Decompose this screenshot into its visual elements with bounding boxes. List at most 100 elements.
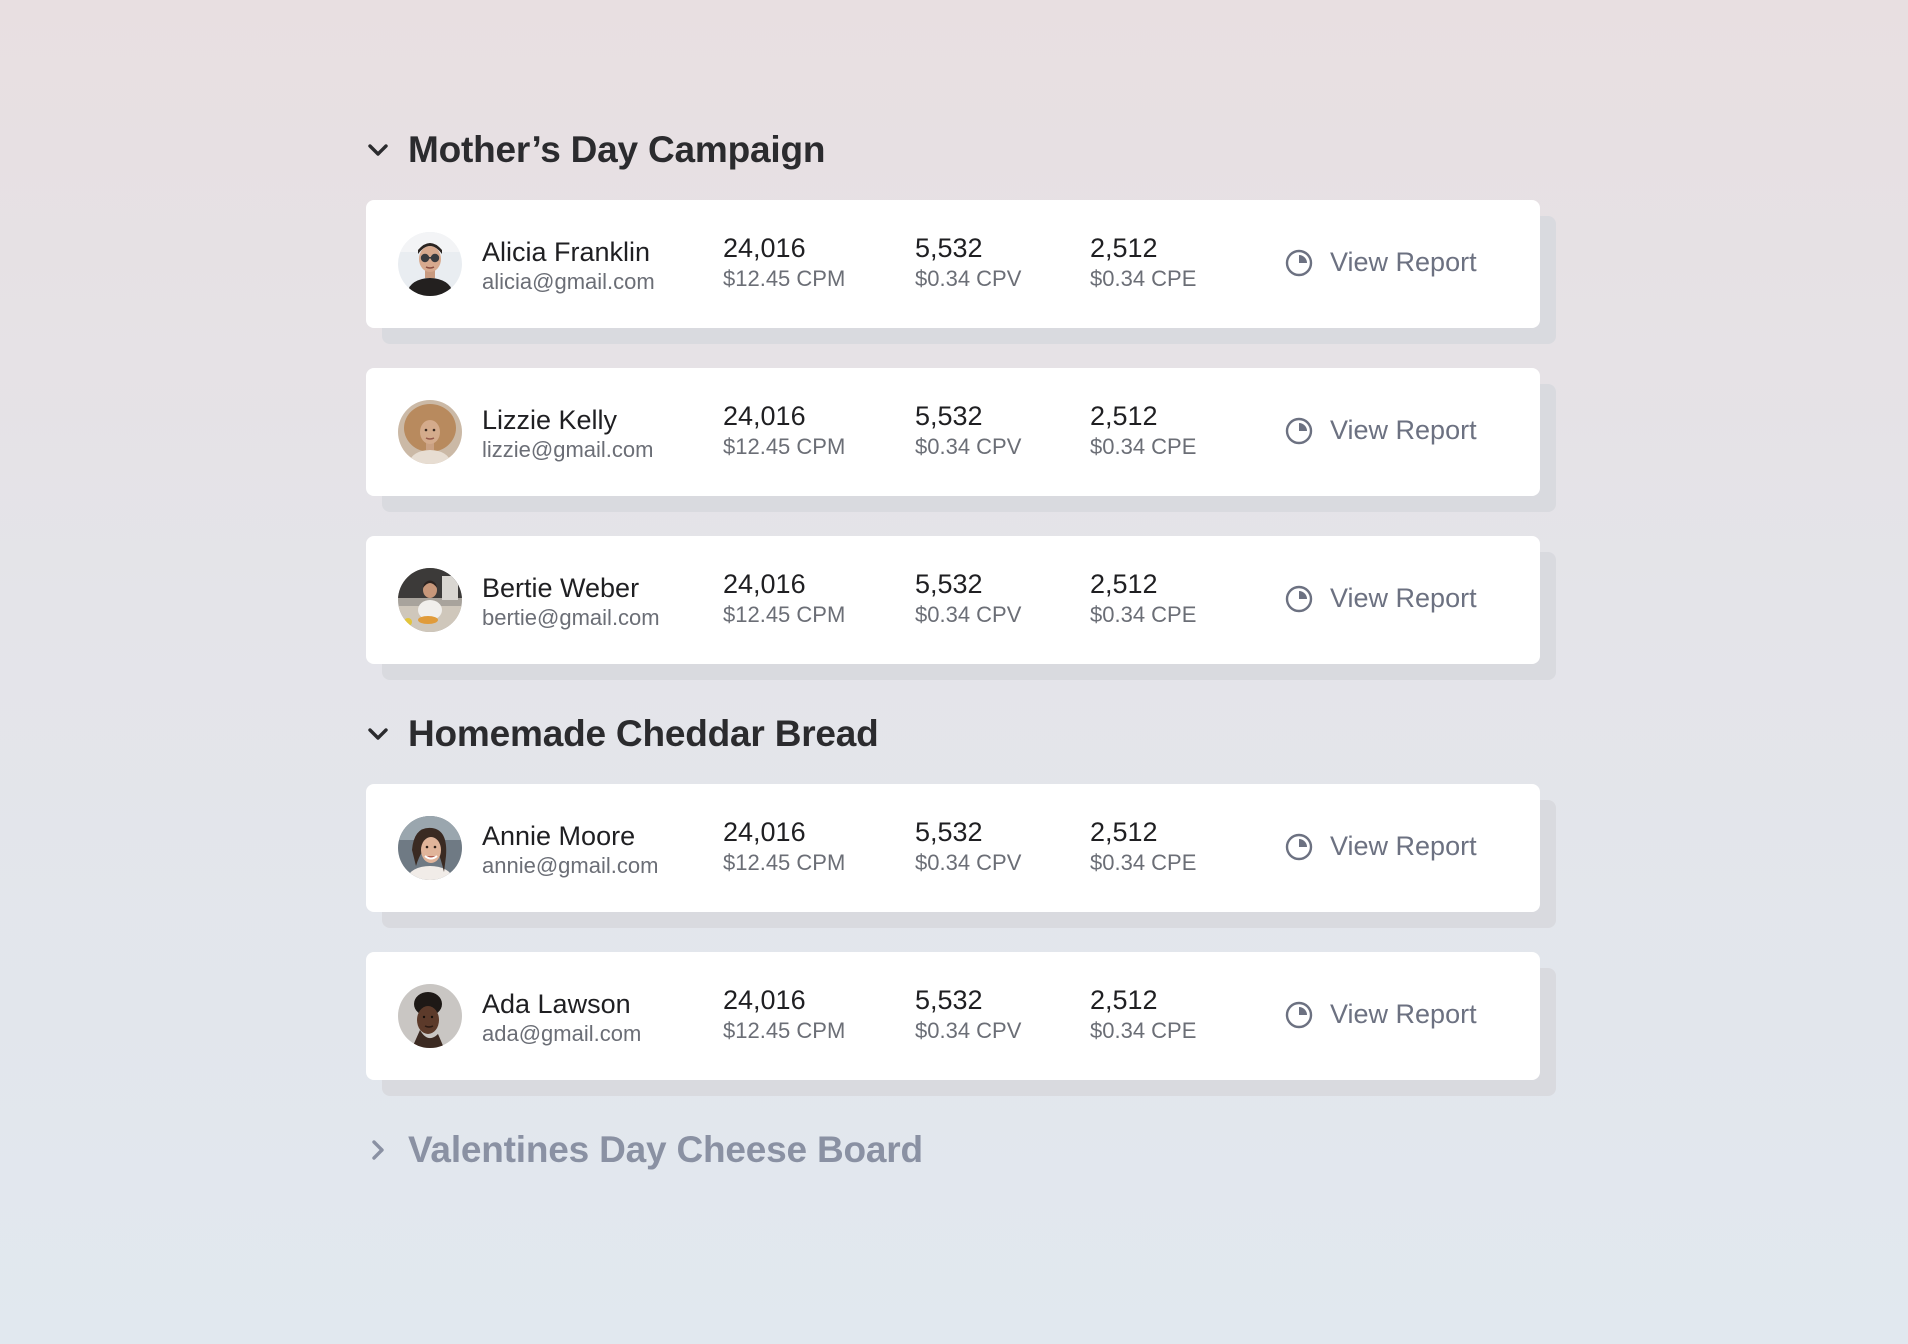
campaign-row-card: Bertie Weber bertie@gmail.com 24,016 $12… (366, 536, 1540, 664)
person-info: Lizzie Kelly lizzie@gmail.com (482, 404, 653, 464)
person-name: Annie Moore (482, 821, 636, 851)
metric-impressions: 24,016 $12.45 CPM (723, 984, 845, 1046)
metric-cost: $12.45 CPM (723, 434, 846, 459)
metric-cost: $0.34 CPE (1090, 1018, 1197, 1043)
campaign-list: Mother’s Day Campaign Alicia Franklin al… (366, 120, 1556, 1180)
campaign-row: Ada Lawson ada@gmail.com 24,016 $12.45 C… (366, 952, 1556, 1096)
metric-views: 5,532 $0.34 CPV (915, 984, 1021, 1046)
view-report-label: View Report (1330, 999, 1477, 1029)
campaign-group-header[interactable]: Valentines Day Cheese Board (366, 1120, 1556, 1180)
metric-views: 5,532 $0.34 CPV (915, 816, 1021, 878)
metric-cost: $0.34 CPV (915, 266, 1022, 291)
campaign-row: Lizzie Kelly lizzie@gmail.com 24,016 $12… (366, 368, 1556, 512)
view-report-button[interactable]: View Report (1284, 583, 1477, 614)
chevron-down-icon[interactable] (366, 138, 408, 162)
metric-cost: $12.45 CPM (723, 1018, 846, 1043)
metric-value: 5,532 (915, 569, 983, 599)
metric-cost: $0.34 CPE (1090, 850, 1197, 875)
metric-cost: $0.34 CPE (1090, 434, 1197, 459)
metric-views: 5,532 $0.34 CPV (915, 232, 1021, 294)
campaign-group: Mother’s Day Campaign Alicia Franklin al… (366, 120, 1556, 680)
chevron-right-icon[interactable] (366, 1138, 408, 1162)
person-email: ada@gmail.com (482, 1021, 642, 1046)
campaign-row-card: Ada Lawson ada@gmail.com 24,016 $12.45 C… (366, 952, 1540, 1080)
person-info: Bertie Weber bertie@gmail.com (482, 572, 660, 632)
metric-value: 5,532 (915, 817, 983, 847)
metric-cost: $12.45 CPM (723, 602, 846, 627)
campaign-row: Annie Moore annie@gmail.com 24,016 $12.4… (366, 784, 1556, 928)
pie-chart-icon (1284, 1000, 1314, 1030)
person-info: Annie Moore annie@gmail.com (482, 820, 658, 880)
metric-value: 5,532 (915, 233, 983, 263)
view-report-label: View Report (1330, 831, 1477, 861)
campaign-row-card: Alicia Franklin alicia@gmail.com 24,016 … (366, 200, 1540, 328)
view-report-label: View Report (1330, 583, 1477, 613)
campaign-group-title: Homemade Cheddar Bread (408, 713, 879, 754)
metric-value: 5,532 (915, 401, 983, 431)
avatar (398, 816, 462, 880)
metric-engagements: 2,512 $0.34 CPE (1090, 568, 1196, 630)
avatar (398, 232, 462, 296)
metric-impressions: 24,016 $12.45 CPM (723, 232, 845, 294)
metric-value: 24,016 (723, 233, 806, 263)
metric-impressions: 24,016 $12.45 CPM (723, 816, 845, 878)
view-report-button[interactable]: View Report (1284, 999, 1477, 1030)
person-name: Alicia Franklin (482, 237, 651, 267)
campaign-group-header[interactable]: Mother’s Day Campaign (366, 120, 1556, 180)
campaign-row-card: Lizzie Kelly lizzie@gmail.com 24,016 $12… (366, 368, 1540, 496)
chevron-down-icon[interactable] (366, 722, 408, 746)
avatar (398, 984, 462, 1048)
avatar (398, 400, 462, 464)
person-info: Alicia Franklin alicia@gmail.com (482, 236, 655, 296)
person-email: lizzie@gmail.com (482, 437, 654, 462)
metric-views: 5,532 $0.34 CPV (915, 400, 1021, 462)
campaign-group-title: Valentines Day Cheese Board (408, 1129, 923, 1170)
pie-chart-icon (1284, 416, 1314, 446)
person-email: annie@gmail.com (482, 853, 659, 878)
avatar (398, 568, 462, 632)
metric-value: 2,512 (1090, 233, 1158, 263)
metric-value: 2,512 (1090, 401, 1158, 431)
metric-value: 2,512 (1090, 569, 1158, 599)
campaign-row-card: Annie Moore annie@gmail.com 24,016 $12.4… (366, 784, 1540, 912)
view-report-button[interactable]: View Report (1284, 247, 1477, 278)
metric-value: 24,016 (723, 817, 806, 847)
metric-impressions: 24,016 $12.45 CPM (723, 400, 845, 462)
person-name: Lizzie Kelly (482, 405, 618, 435)
view-report-button[interactable]: View Report (1284, 831, 1477, 862)
view-report-label: View Report (1330, 247, 1477, 277)
campaign-group: Homemade Cheddar Bread Annie Moore annie… (366, 704, 1556, 1096)
metric-cost: $12.45 CPM (723, 850, 846, 875)
metric-engagements: 2,512 $0.34 CPE (1090, 232, 1196, 294)
pie-chart-icon (1284, 584, 1314, 614)
metric-cost: $0.34 CPE (1090, 602, 1197, 627)
metric-cost: $0.34 CPV (915, 434, 1022, 459)
pie-chart-icon (1284, 248, 1314, 278)
metric-value: 2,512 (1090, 985, 1158, 1015)
person-name: Ada Lawson (482, 989, 631, 1019)
view-report-label: View Report (1330, 415, 1477, 445)
metric-cost: $12.45 CPM (723, 266, 846, 291)
metric-engagements: 2,512 $0.34 CPE (1090, 984, 1196, 1046)
metric-value: 24,016 (723, 401, 806, 431)
campaign-group-header[interactable]: Homemade Cheddar Bread (366, 704, 1556, 764)
campaign-row: Bertie Weber bertie@gmail.com 24,016 $12… (366, 536, 1556, 680)
person-name: Bertie Weber (482, 573, 640, 603)
view-report-button[interactable]: View Report (1284, 415, 1477, 446)
metric-cost: $0.34 CPV (915, 1018, 1022, 1043)
metric-value: 5,532 (915, 985, 983, 1015)
person-email: alicia@gmail.com (482, 269, 655, 294)
metric-cost: $0.34 CPV (915, 850, 1022, 875)
person-info: Ada Lawson ada@gmail.com (482, 988, 641, 1048)
metric-cost: $0.34 CPV (915, 602, 1022, 627)
metric-impressions: 24,016 $12.45 CPM (723, 568, 845, 630)
metric-value: 24,016 (723, 985, 806, 1015)
metric-cost: $0.34 CPE (1090, 266, 1197, 291)
metric-engagements: 2,512 $0.34 CPE (1090, 816, 1196, 878)
metric-views: 5,532 $0.34 CPV (915, 568, 1021, 630)
metric-engagements: 2,512 $0.34 CPE (1090, 400, 1196, 462)
campaign-row: Alicia Franklin alicia@gmail.com 24,016 … (366, 200, 1556, 344)
campaign-group: Valentines Day Cheese Board (366, 1120, 1556, 1180)
metric-value: 2,512 (1090, 817, 1158, 847)
pie-chart-icon (1284, 832, 1314, 862)
